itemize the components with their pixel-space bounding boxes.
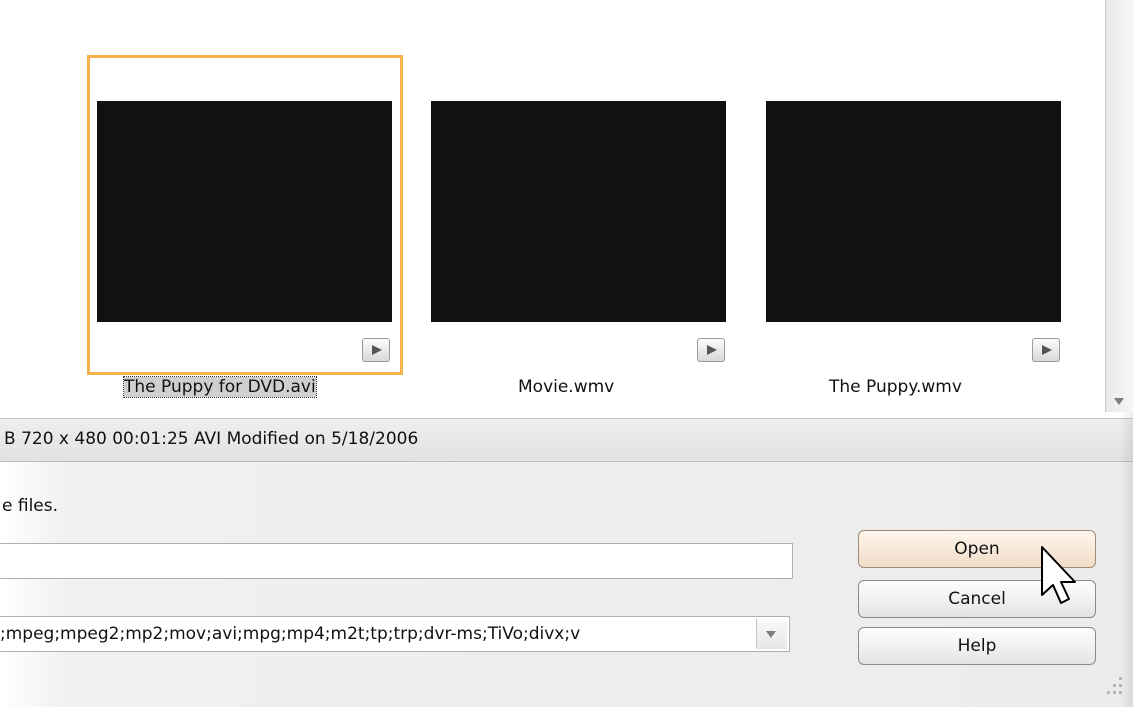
thumbnail-item[interactable]	[763, 55, 1079, 375]
scroll-down-icon[interactable]	[1109, 392, 1129, 410]
thumbnail-caption[interactable]: The Puppy.wmv	[829, 377, 962, 397]
thumbnail-caption[interactable]: The Puppy for DVD.avi	[123, 376, 317, 398]
hint-text: e files.	[2, 496, 59, 516]
file-type-value: ;mpeg;mpeg2;mp2;mov;avi;mpg;mp4;m2t;tp;t…	[0, 624, 581, 644]
vertical-scrollbar[interactable]	[1105, 0, 1133, 412]
help-button[interactable]: Help	[858, 627, 1096, 665]
thumbnail-item[interactable]	[428, 55, 744, 375]
chevron-down-icon[interactable]	[756, 619, 787, 649]
file-info-bar: B 720 x 480 00:01:25 AVI Modified on 5/1…	[0, 418, 1133, 462]
video-preview	[766, 101, 1061, 322]
play-button[interactable]	[362, 338, 390, 362]
file-type-select[interactable]: ;mpeg;mpeg2;mp2;mov;avi;mpg;mp4;m2t;tp;t…	[0, 616, 790, 652]
thumbnail-view[interactable]: The Puppy for DVD.avi Movie.wmv The Pupp…	[0, 0, 1110, 410]
thumbnail-caption[interactable]: Movie.wmv	[518, 377, 614, 397]
play-button[interactable]	[697, 338, 725, 362]
file-name-input[interactable]	[0, 543, 793, 579]
play-button[interactable]	[1032, 338, 1060, 362]
video-preview	[431, 101, 726, 322]
thumbnail-item[interactable]	[87, 55, 403, 375]
window-shadow	[1120, 412, 1133, 707]
file-info-text: B 720 x 480 00:01:25 AVI Modified on 5/1…	[4, 429, 419, 449]
arrow-cursor-icon	[1041, 546, 1076, 604]
video-preview	[97, 101, 392, 322]
